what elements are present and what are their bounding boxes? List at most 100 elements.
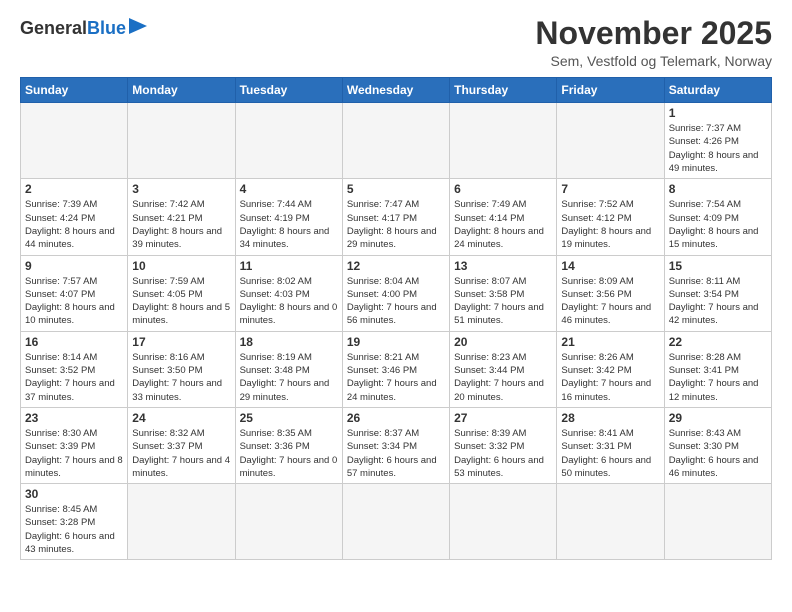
day-info: Sunrise: 8:11 AM Sunset: 3:54 PM Dayligh…	[669, 275, 767, 328]
day-number: 18	[240, 335, 338, 349]
day-info: Sunrise: 7:54 AM Sunset: 4:09 PM Dayligh…	[669, 198, 767, 251]
day-number: 30	[25, 487, 123, 501]
day-cell: 2Sunrise: 7:39 AM Sunset: 4:24 PM Daylig…	[21, 179, 128, 255]
day-cell: 6Sunrise: 7:49 AM Sunset: 4:14 PM Daylig…	[450, 179, 557, 255]
weekday-sunday: Sunday	[21, 78, 128, 103]
day-number: 4	[240, 182, 338, 196]
day-cell: 1Sunrise: 7:37 AM Sunset: 4:26 PM Daylig…	[664, 103, 771, 179]
day-cell: 21 Sunrise: 8:26 AM Sunset: 3:42 PM Dayli…	[557, 331, 664, 407]
day-number: 27	[454, 411, 552, 425]
day-info: Sunrise: 8:02 AM Sunset: 4:03 PM Dayligh…	[240, 275, 338, 328]
day-info: Sunrise: 7:47 AM Sunset: 4:17 PM Dayligh…	[347, 198, 445, 251]
day-cell: 20 Sunrise: 8:23 AM Sunset: 3:44 PM Dayli…	[450, 331, 557, 407]
day-number: 22	[669, 335, 767, 349]
day-info: Sunrise: 8:45 AM Sunset: 3:28 PM Dayligh…	[25, 503, 123, 556]
day-cell: 5 Sunrise: 7:47 AM Sunset: 4:17 PM Daylig…	[342, 179, 449, 255]
day-info: Sunrise: 8:19 AM Sunset: 3:48 PM Dayligh…	[240, 351, 338, 404]
day-cell	[235, 484, 342, 560]
calendar-table: SundayMondayTuesdayWednesdayThursdayFrid…	[20, 77, 772, 560]
day-info: Sunrise: 8:43 AM Sunset: 3:30 PM Dayligh…	[669, 427, 767, 480]
day-info: Sunrise: 8:09 AM Sunset: 3:56 PM Dayligh…	[561, 275, 659, 328]
logo-general: General	[20, 19, 87, 37]
day-cell: 18 Sunrise: 8:19 AM Sunset: 3:48 PM Dayli…	[235, 331, 342, 407]
day-info: Sunrise: 7:57 AM Sunset: 4:07 PM Dayligh…	[25, 275, 123, 328]
weekday-saturday: Saturday	[664, 78, 771, 103]
day-number: 8	[669, 182, 767, 196]
day-cell: 24 Sunrise: 8:32 AM Sunset: 3:37 PM Dayli…	[128, 407, 235, 483]
day-cell: 7 Sunrise: 7:52 AM Sunset: 4:12 PM Daylig…	[557, 179, 664, 255]
logo: General Blue	[20, 16, 147, 39]
day-info: Sunrise: 8:39 AM Sunset: 3:32 PM Dayligh…	[454, 427, 552, 480]
day-cell	[450, 484, 557, 560]
day-number: 3	[132, 182, 230, 196]
day-number: 14	[561, 259, 659, 273]
day-info: Sunrise: 8:23 AM Sunset: 3:44 PM Dayligh…	[454, 351, 552, 404]
day-number: 19	[347, 335, 445, 349]
calendar-subtitle: Sem, Vestfold og Telemark, Norway	[535, 53, 772, 69]
day-cell	[450, 103, 557, 179]
day-info: Sunrise: 8:28 AM Sunset: 3:41 PM Dayligh…	[669, 351, 767, 404]
day-number: 7	[561, 182, 659, 196]
day-cell: 23Sunrise: 8:30 AM Sunset: 3:39 PM Dayli…	[21, 407, 128, 483]
day-number: 9	[25, 259, 123, 273]
logo-blue: Blue	[87, 19, 126, 37]
day-info: Sunrise: 8:26 AM Sunset: 3:42 PM Dayligh…	[561, 351, 659, 404]
day-cell: 15 Sunrise: 8:11 AM Sunset: 3:54 PM Dayli…	[664, 255, 771, 331]
weekday-tuesday: Tuesday	[235, 78, 342, 103]
day-cell: 17 Sunrise: 8:16 AM Sunset: 3:50 PM Dayli…	[128, 331, 235, 407]
day-info: Sunrise: 8:07 AM Sunset: 3:58 PM Dayligh…	[454, 275, 552, 328]
weekday-wednesday: Wednesday	[342, 78, 449, 103]
day-cell	[235, 103, 342, 179]
weekday-header-row: SundayMondayTuesdayWednesdayThursdayFrid…	[21, 78, 772, 103]
day-info: Sunrise: 8:21 AM Sunset: 3:46 PM Dayligh…	[347, 351, 445, 404]
day-info: Sunrise: 7:52 AM Sunset: 4:12 PM Dayligh…	[561, 198, 659, 251]
page: General Blue November 2025 Sem, Vestfold…	[0, 0, 792, 570]
day-number: 5	[347, 182, 445, 196]
day-number: 28	[561, 411, 659, 425]
day-number: 26	[347, 411, 445, 425]
day-cell: 8 Sunrise: 7:54 AM Sunset: 4:09 PM Daylig…	[664, 179, 771, 255]
day-cell: 29Sunrise: 8:43 AM Sunset: 3:30 PM Dayli…	[664, 407, 771, 483]
day-cell: 12Sunrise: 8:04 AM Sunset: 4:00 PM Dayli…	[342, 255, 449, 331]
day-cell: 19 Sunrise: 8:21 AM Sunset: 3:46 PM Dayli…	[342, 331, 449, 407]
day-info: Sunrise: 7:39 AM Sunset: 4:24 PM Dayligh…	[25, 198, 123, 251]
weekday-thursday: Thursday	[450, 78, 557, 103]
day-cell: 14 Sunrise: 8:09 AM Sunset: 3:56 PM Dayli…	[557, 255, 664, 331]
day-cell	[557, 484, 664, 560]
day-cell: 30 Sunrise: 8:45 AM Sunset: 3:28 PM Dayli…	[21, 484, 128, 560]
day-cell	[21, 103, 128, 179]
week-row-6: 30 Sunrise: 8:45 AM Sunset: 3:28 PM Dayli…	[21, 484, 772, 560]
day-number: 17	[132, 335, 230, 349]
title-section: November 2025 Sem, Vestfold og Telemark,…	[535, 16, 772, 69]
day-info: Sunrise: 8:14 AM Sunset: 3:52 PM Dayligh…	[25, 351, 123, 404]
day-info: Sunrise: 8:37 AM Sunset: 3:34 PM Dayligh…	[347, 427, 445, 480]
header: General Blue November 2025 Sem, Vestfold…	[20, 16, 772, 69]
day-cell: 16Sunrise: 8:14 AM Sunset: 3:52 PM Dayli…	[21, 331, 128, 407]
day-cell	[128, 484, 235, 560]
day-cell: 4Sunrise: 7:44 AM Sunset: 4:19 PM Daylig…	[235, 179, 342, 255]
day-number: 11	[240, 259, 338, 273]
day-number: 1	[669, 106, 767, 120]
day-number: 15	[669, 259, 767, 273]
day-cell	[128, 103, 235, 179]
day-cell: 11 Sunrise: 8:02 AM Sunset: 4:03 PM Dayli…	[235, 255, 342, 331]
day-info: Sunrise: 8:41 AM Sunset: 3:31 PM Dayligh…	[561, 427, 659, 480]
weekday-monday: Monday	[128, 78, 235, 103]
week-row-1: 1Sunrise: 7:37 AM Sunset: 4:26 PM Daylig…	[21, 103, 772, 179]
day-cell: 13Sunrise: 8:07 AM Sunset: 3:58 PM Dayli…	[450, 255, 557, 331]
day-info: Sunrise: 8:16 AM Sunset: 3:50 PM Dayligh…	[132, 351, 230, 404]
day-number: 24	[132, 411, 230, 425]
day-cell: 25 Sunrise: 8:35 AM Sunset: 3:36 PM Dayli…	[235, 407, 342, 483]
day-cell: 26 Sunrise: 8:37 AM Sunset: 3:34 PM Dayli…	[342, 407, 449, 483]
day-number: 25	[240, 411, 338, 425]
day-cell: 27 Sunrise: 8:39 AM Sunset: 3:32 PM Dayli…	[450, 407, 557, 483]
day-cell: 10Sunrise: 7:59 AM Sunset: 4:05 PM Dayli…	[128, 255, 235, 331]
weekday-friday: Friday	[557, 78, 664, 103]
day-number: 20	[454, 335, 552, 349]
day-info: Sunrise: 8:35 AM Sunset: 3:36 PM Dayligh…	[240, 427, 338, 480]
day-cell	[342, 103, 449, 179]
day-info: Sunrise: 8:32 AM Sunset: 3:37 PM Dayligh…	[132, 427, 230, 480]
day-info: Sunrise: 8:30 AM Sunset: 3:39 PM Dayligh…	[25, 427, 123, 480]
day-number: 21	[561, 335, 659, 349]
day-info: Sunrise: 7:42 AM Sunset: 4:21 PM Dayligh…	[132, 198, 230, 251]
